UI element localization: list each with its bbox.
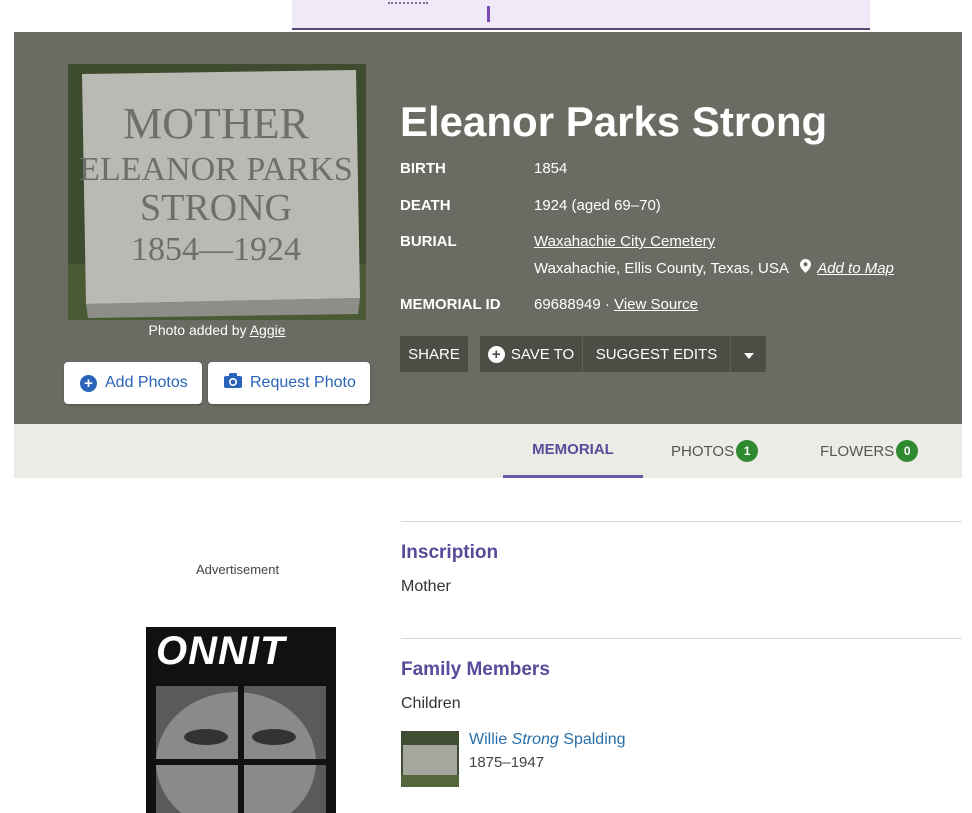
memorial-id-row: 69688949 · View Source — [534, 296, 698, 313]
tab-flowers-label: FLOWERS — [820, 442, 895, 460]
family-members-heading: Family Members — [401, 659, 550, 680]
save-to-label: SAVE TO — [510, 345, 575, 363]
headstone-line-2: ELEANOR PARKS — [79, 151, 353, 188]
view-source-link[interactable]: View Source — [614, 296, 698, 313]
tab-photos[interactable]: PHOTOS 1 — [671, 424, 759, 478]
memorial-name: Eleanor Parks Strong — [400, 98, 828, 145]
ad-image — [156, 681, 326, 813]
inscription-text: Mother — [401, 578, 451, 595]
add-photos-button[interactable]: + Add Photos — [64, 362, 202, 404]
add-to-map-link[interactable]: Add to Map — [817, 260, 894, 277]
memorial-hero: MOTHER ELEANOR PARKS STRONG 1854—1924 Ph… — [14, 32, 962, 424]
photo-credit-user-link[interactable]: Aggie — [250, 322, 286, 338]
advertisement-banner[interactable]: ONNIT — [146, 627, 336, 813]
suggest-edits-button[interactable]: SUGGEST EDITS — [582, 336, 730, 372]
death-value: 1924 (aged 69–70) — [534, 197, 661, 214]
section-divider — [401, 638, 962, 639]
id-separator: · — [604, 296, 610, 313]
caret-down-icon — [743, 346, 754, 363]
headstone-line-4: 1854—1924 — [131, 231, 301, 268]
location-text: Waxahachie, Ellis County, Texas, USA — [534, 260, 789, 277]
flowers-count-badge: 0 — [896, 440, 919, 462]
memorial-id-label: MEMORIAL ID — [400, 296, 501, 313]
child-first-name: Willie — [469, 731, 508, 748]
memorial-tabs: MEMORIAL PHOTOS 1 FLOWERS 0 — [14, 424, 962, 478]
map-pin-icon — [800, 259, 812, 276]
banner-divider — [487, 6, 490, 22]
add-photos-label: Add Photos — [105, 374, 188, 391]
headstone-line-3: STRONG — [140, 187, 292, 229]
request-photo-button[interactable]: Request Photo — [208, 362, 370, 404]
save-to-button[interactable]: + SAVE TO — [480, 336, 582, 372]
child-last-name: Spalding — [563, 731, 626, 748]
share-button[interactable]: SHARE — [400, 336, 468, 372]
section-divider — [401, 521, 962, 522]
plus-circle-icon: + — [80, 374, 97, 392]
tab-memorial[interactable]: MEMORIAL — [503, 424, 643, 478]
child-link[interactable]: Willie Strong Spalding — [469, 731, 626, 749]
death-label: DEATH — [400, 197, 451, 214]
advertisement-label: Advertisement — [196, 562, 280, 577]
birth-value: 1854 — [534, 160, 568, 177]
camera-icon — [224, 373, 242, 393]
plus-circle-icon: + — [487, 345, 505, 363]
children-label: Children — [401, 695, 461, 712]
top-banner — [292, 0, 870, 30]
cemetery-link[interactable]: Waxahachie City Cemetery — [534, 233, 715, 250]
photo-credit: Photo added by Aggie — [68, 322, 366, 338]
photo-credit-prefix: Photo added by — [148, 322, 247, 338]
inscription-heading: Inscription — [401, 542, 499, 563]
burial-label: BURIAL — [400, 233, 457, 250]
memorial-id-value: 69688949 — [534, 296, 601, 313]
tab-photos-label: PHOTOS — [671, 442, 735, 460]
child-photo-thumbnail[interactable] — [401, 731, 459, 787]
headstone-line-1: MOTHER — [123, 99, 309, 148]
banner-dots — [388, 2, 428, 5]
photos-count-badge: 1 — [736, 440, 759, 462]
child-dates: 1875–1947 — [469, 754, 545, 771]
child-maiden-name: Strong — [511, 731, 559, 748]
headstone-photo[interactable]: MOTHER ELEANOR PARKS STRONG 1854—1924 — [68, 64, 366, 320]
tab-flowers[interactable]: FLOWERS 0 — [820, 424, 919, 478]
request-photo-label: Request Photo — [250, 374, 356, 391]
more-options-button[interactable] — [730, 336, 766, 372]
burial-cemetery: Waxahachie City Cemetery — [534, 233, 715, 250]
birth-label: BIRTH — [400, 160, 446, 177]
burial-location: Waxahachie, Ellis County, Texas, USA Add… — [534, 259, 894, 277]
